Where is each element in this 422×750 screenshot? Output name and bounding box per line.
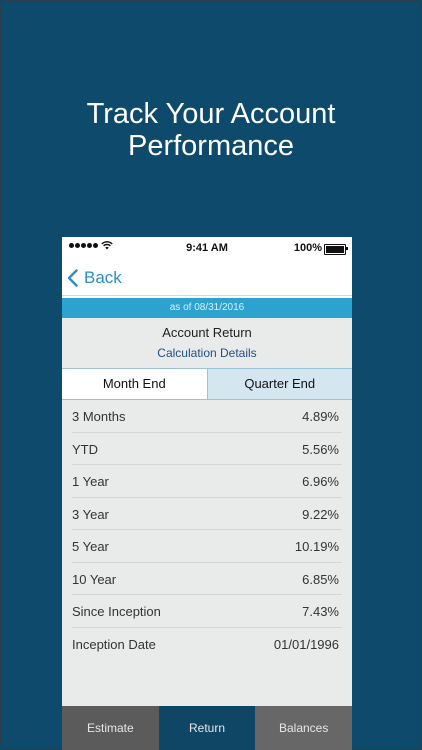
return-row-3-months: 3 Months 4.89% (72, 400, 342, 433)
returns-list: 3 Months 4.89% YTD 5.56% 1 Year 6.96% 3 … (62, 400, 352, 659)
return-row-10-year: 10 Year 6.85% (72, 563, 342, 595)
calculation-details-link[interactable]: Calculation Details (62, 346, 352, 360)
account-return-title: Account Return (162, 325, 252, 340)
back-button[interactable]: Back (67, 265, 122, 291)
tab-return[interactable]: Return (158, 706, 256, 750)
return-value: 10.19% (294, 539, 339, 554)
chevron-left-icon (67, 269, 78, 287)
return-value: 6.96% (302, 474, 339, 489)
return-label: 5 Year (72, 539, 109, 554)
segment-month-end[interactable]: Month End (62, 369, 208, 399)
phone-screen: 9:41 AM 100% Back as of 08/31/2016 Accou… (62, 237, 352, 750)
as-of-banner: as of 08/31/2016 (62, 298, 352, 318)
tab-balances[interactable]: Balances (255, 706, 352, 750)
return-row-3-year: 3 Year 9.22% (72, 498, 342, 530)
return-label: 3 Year (72, 506, 109, 522)
return-row-5-year: 5 Year 10.19% (72, 530, 342, 563)
return-row-1-year: 1 Year 6.96% (72, 465, 342, 498)
return-label: 10 Year (72, 571, 117, 587)
return-label: YTD (72, 441, 98, 457)
return-value: 9.22% (302, 506, 339, 522)
headline: Track Your Account Performance (0, 98, 422, 162)
return-value: 4.89% (302, 409, 339, 424)
segment-quarter-end[interactable]: Quarter End (207, 369, 352, 399)
return-label: 1 Year (72, 474, 109, 489)
nav-bar: Back (62, 259, 352, 296)
return-label: Since Inception (72, 604, 161, 619)
status-bar: 9:41 AM 100% (62, 237, 352, 259)
battery-percent: 100% (293, 242, 322, 254)
return-value: 5.56% (302, 441, 339, 457)
return-label: 3 Months (72, 409, 126, 424)
headline-line-1: Track Your Account (86, 98, 336, 130)
return-row-ytd: YTD 5.56% (72, 433, 342, 465)
headline-line-2: Performance (127, 130, 294, 162)
tab-bar: Estimate Return Balances (62, 706, 352, 750)
return-row-since-inception: Since Inception 7.43% (72, 595, 342, 628)
battery-icon (324, 244, 348, 255)
returns-panel: Account Return Calculation Details Month… (62, 318, 352, 706)
return-value: 6.85% (302, 571, 339, 587)
period-segmented-control: Month End Quarter End (62, 368, 352, 400)
return-value: 01/01/1996 (273, 636, 339, 652)
return-value: 7.43% (302, 604, 339, 619)
tab-estimate[interactable]: Estimate (62, 706, 159, 750)
return-row-inception-date: Inception Date 01/01/1996 (72, 628, 342, 660)
back-label: Back (84, 268, 122, 287)
return-label: Inception Date (72, 636, 156, 652)
